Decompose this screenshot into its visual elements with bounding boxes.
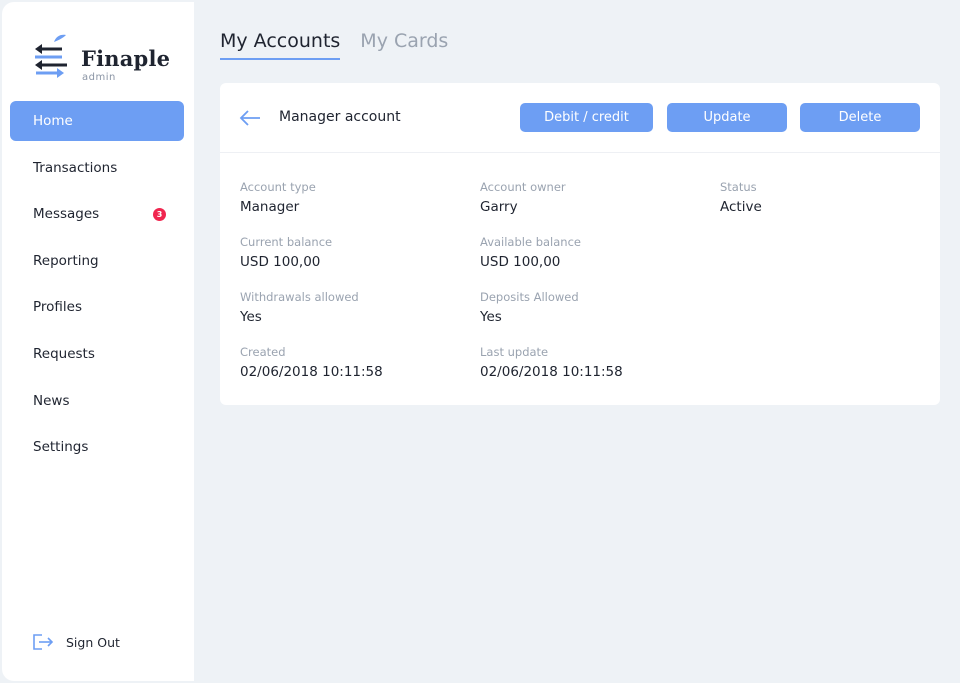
sidebar-item-profiles[interactable]: Profiles	[10, 287, 184, 327]
field-account-type: Account type Manager	[240, 180, 316, 215]
arrows-logo-icon	[35, 34, 67, 78]
account-tabs: My Accounts My Cards	[220, 30, 468, 60]
sidebar-item-label: News	[33, 392, 70, 409]
sidebar-item-news[interactable]: News	[10, 381, 184, 421]
sidebar-item-messages[interactable]: Messages 3	[10, 194, 184, 234]
field-value: 02/06/2018 10:11:58	[240, 364, 383, 380]
sign-out-label: Sign Out	[66, 634, 120, 650]
messages-count-badge: 3	[153, 208, 166, 222]
field-label: Account owner	[480, 180, 566, 194]
debit-credit-button[interactable]: Debit / credit	[520, 103, 653, 132]
field-created: Created 02/06/2018 10:11:58	[240, 345, 383, 380]
card-header: Manager account Debit / credit Update De…	[220, 83, 940, 153]
sidebar-item-transactions[interactable]: Transactions	[10, 148, 184, 188]
card-title: Manager account	[279, 109, 401, 125]
field-current-balance: Current balance USD 100,00	[240, 235, 332, 270]
field-value: Active	[720, 199, 762, 215]
field-available-balance: Available balance USD 100,00	[480, 235, 581, 270]
account-details-card: Manager account Debit / credit Update De…	[220, 83, 940, 405]
field-deposits-allowed: Deposits Allowed Yes	[480, 290, 579, 325]
sidebar-item-settings[interactable]: Settings	[10, 427, 184, 467]
field-label: Current balance	[240, 235, 333, 249]
tab-my-accounts[interactable]: My Accounts	[220, 30, 341, 60]
brand-name: Finaple	[81, 46, 171, 71]
sidebar-item-reporting[interactable]: Reporting	[10, 241, 184, 281]
field-status: Status Active	[720, 180, 762, 215]
brand-subtitle: admin	[82, 72, 116, 83]
sidebar-item-label: Settings	[33, 439, 89, 456]
field-label: Status	[720, 180, 757, 194]
field-value: Yes	[480, 309, 502, 325]
sidebar-item-label: Transactions	[33, 159, 118, 176]
field-label: Last update	[480, 345, 549, 359]
field-label: Account type	[240, 180, 316, 194]
field-last-update: Last update 02/06/2018 10:11:58	[480, 345, 623, 380]
app-frame: Finaple admin Home Transactions Messages…	[0, 0, 960, 683]
sidebar-item-label: Profiles	[33, 299, 83, 316]
field-value: USD 100,00	[480, 254, 561, 270]
field-value: Garry	[480, 199, 518, 215]
logo[interactable]: Finaple admin	[32, 32, 182, 88]
sidebar-item-home[interactable]: Home	[10, 101, 184, 141]
field-label: Available balance	[480, 235, 581, 249]
sidebar-item-label: Messages	[33, 206, 100, 223]
field-value: USD 100,00	[240, 254, 321, 270]
update-button[interactable]: Update	[667, 103, 787, 132]
field-account-owner: Account owner Garry	[480, 180, 566, 215]
tab-my-cards[interactable]: My Cards	[360, 30, 448, 60]
sign-out-icon	[33, 634, 54, 650]
field-label: Deposits Allowed	[480, 290, 579, 304]
field-label: Created	[240, 345, 286, 359]
sidebar-item-label: Reporting	[33, 252, 99, 269]
field-value: 02/06/2018 10:11:58	[480, 364, 623, 380]
field-value: Yes	[240, 309, 262, 325]
sidebar: Finaple admin Home Transactions Messages…	[2, 2, 194, 681]
field-withdrawals-allowed: Withdrawals allowed Yes	[240, 290, 359, 325]
sidebar-nav: Home Transactions Messages 3 Reporting P…	[10, 101, 184, 474]
sidebar-item-label: Requests	[33, 345, 95, 362]
field-value: Manager	[240, 199, 300, 215]
sign-out-button[interactable]: Sign Out	[32, 630, 120, 654]
sidebar-item-label: Home	[33, 113, 73, 129]
arrow-left-icon[interactable]	[238, 108, 262, 128]
field-label: Withdrawals allowed	[240, 290, 359, 304]
sidebar-item-requests[interactable]: Requests	[10, 334, 184, 374]
delete-button[interactable]: Delete	[800, 103, 920, 132]
